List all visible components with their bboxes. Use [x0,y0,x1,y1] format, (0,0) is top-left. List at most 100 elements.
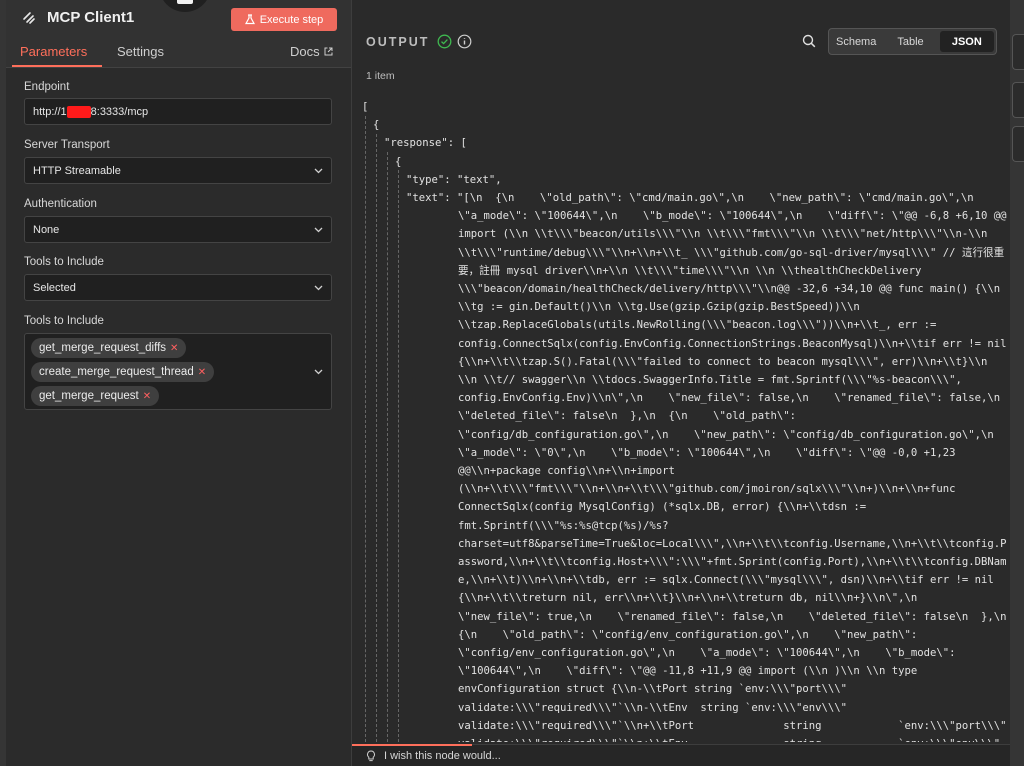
endpoint-label: Endpoint [24,81,70,93]
tool-chip-label: get_merge_request_diffs [39,342,167,354]
json-line: 要，註冊 mysql driver\\n+\\n \\t\\\"time\\\"… [458,264,922,277]
json-line: ConnectSqlx(config MysqlConfig) (*sqlx.D… [458,501,867,514]
json-line: envConfiguration struct {\\n-\\tPort str… [458,683,848,696]
authentication-label: Authentication [24,198,97,210]
chevron-down-icon [314,285,323,291]
tools-list-label: Tools to Include [24,315,104,327]
json-line: config.EnvConfig.Env)\\n\",\n \"new_file… [458,392,1001,405]
tool-chip[interactable]: create_merge_request_thread ✕ [31,362,215,382]
node-title-group: MCP Client1 [22,9,134,26]
json-line: "text": "[\n {\n \"old_path\": \"cmd/mai… [406,192,974,204]
json-line: \\tg := gin.Default()\\n \\tg.Use(gzip.G… [458,301,860,314]
redaction-mark [66,105,91,118]
json-line: @@\\n+package config\\n+\\n+import [458,465,675,477]
node-handle[interactable] [159,0,211,12]
view-json-button[interactable]: JSON [939,31,994,52]
node-handle-inner [177,0,193,4]
json-line: assword,\\n+\\t\\tconfig.Host+\\\":\\\"+… [458,556,1007,568]
server-transport-label: Server Transport [24,139,110,151]
chevron-down-icon [314,168,323,174]
side-panel-tab[interactable] [1012,126,1024,162]
json-line: {\\n+\\t\\treturn nil, err\\n+\\t}\\n+\\… [458,592,918,605]
json-output[interactable]: [ { "response": [ { "type": "text", "text": "… [362,94,1008,742]
execute-step-label: Execute step [259,13,324,26]
indent-guide [398,170,399,742]
external-link-icon [324,47,333,56]
output-title: OUTPUT [366,35,430,49]
json-line: \"a_mode\": \"100644\",\n \"b_mode\": \"… [458,210,1007,223]
json-line: \"new_file\": true,\n \"renamed_file\": … [458,610,1007,623]
tool-chip-label: get_merge_request [39,390,139,402]
remove-chip-icon[interactable]: ✕ [198,367,206,378]
view-table-button[interactable]: Table [883,29,937,54]
tools-mode-value: Selected [33,281,76,294]
feedback-text: I wish this node would... [384,749,501,762]
feedback-accent [352,744,472,746]
chevron-down-icon [314,369,323,375]
json-line: {\\n+\\t\\tzap.S().Fatal(\\\"failed to c… [458,355,988,368]
tools-mode-label: Tools to Include [24,256,104,268]
execute-step-button[interactable]: Execute step [231,8,337,31]
json-line: \\\"beacon/domain/healthCheck/delivery/h… [458,283,1001,295]
json-line: \"deleted_file\": false\n },\n {\n \"old… [458,410,797,423]
info-icon[interactable] [457,34,472,49]
json-line: \\tzap.ReplaceGlobals(utils.NewRolling(\… [458,319,937,332]
chevron-down-icon [314,227,323,233]
tools-mode-select[interactable]: Selected [24,274,332,301]
json-line: { [395,155,402,168]
json-line: [ [362,101,369,113]
server-transport-select[interactable]: HTTP Streamable [24,157,332,184]
endpoint-value-prefix: http://1 [33,105,67,118]
json-line: { [373,119,380,132]
mcp-icon [23,11,35,24]
indent-guide [365,116,366,742]
json-line: \\n \\t// swagger\\n \\tdocs.SwaggerInfo… [458,374,962,386]
tab-settings[interactable]: Settings [117,44,164,59]
tool-chip[interactable]: get_merge_request ✕ [31,386,160,406]
json-line: \"a_mode\": \"0\",\n \"b_mode\": \"10064… [458,446,956,459]
tool-chip-label: create_merge_request_thread [39,366,194,378]
json-line: "type": "text", [406,173,502,186]
node-title[interactable]: MCP Client1 [47,9,134,26]
json-line: \"config/env_configuration.go\",\n \"a_m… [458,647,956,659]
endpoint-value-suffix: 8:3333/mcp [90,105,149,118]
json-line: config.ConnectSqlx(config.EnvConfig.Conn… [458,337,1007,350]
tab-parameters[interactable]: Parameters [20,44,87,59]
parameters-panel: MCP Client1 Execute step Parameters Sett… [6,0,352,766]
tab-docs[interactable]: Docs [290,44,333,59]
lightbulb-icon [367,749,375,761]
json-line: (\\n+\\t\\\"fmt\\\"\\n+\\n+\\t\\\"github… [458,483,956,496]
json-line: validate:\\\"required\\\"`\\n+\\tEnv str… [458,735,1000,742]
json-line: validate:\\\"required\\\"`\\n+\\tPort st… [458,719,1007,732]
view-mode-toggle: Schema Table JSON [828,28,997,55]
authentication-select[interactable]: None [24,216,332,243]
output-header: OUTPUT 1 item Schema Table JSON [352,0,1010,92]
remove-chip-icon[interactable]: ✕ [170,343,178,354]
remove-chip-icon[interactable]: ✕ [143,391,151,402]
success-check-icon [437,34,452,49]
json-line: validate:\\\"required\\\"`\\n-\\tEnv str… [458,701,848,714]
json-line: e,\\n+\\t)\\n+\\n+\\tdb, err := sqlx.Con… [458,574,994,587]
indent-guide [387,152,388,742]
view-schema-button[interactable]: Schema [829,29,883,54]
tools-multiselect[interactable]: get_merge_request_diffs ✕ create_merge_re… [24,333,332,410]
json-line: fmt.Sprintf(\\\"%s:%s@tcp(%s)/%s? [458,519,669,532]
json-line: "response": [ [384,137,467,150]
endpoint-input[interactable]: http://1 8:3333/mcp [24,98,332,125]
panel-tabs: Parameters Settings Docs [6,44,351,68]
feedback-bar[interactable]: I wish this node would... [352,744,1010,766]
authentication-value: None [33,223,60,236]
side-panel-tab[interactable] [1012,34,1024,70]
tool-chip[interactable]: get_merge_request_diffs ✕ [31,338,187,358]
json-line: \\t\\\"runtime/debug\\\"\\n+\\n+\\t_ \\\… [458,246,1005,259]
docs-label: Docs [290,44,320,59]
panel-header: MCP Client1 Execute step Parameters Sett… [6,0,351,68]
json-line: charset=utf8&parseTime=True&loc=Local\\\… [458,537,1007,550]
item-count: 1 item [366,70,395,82]
active-tab-indicator [12,65,102,67]
search-icon[interactable] [802,34,816,48]
indent-guide [376,134,377,742]
side-panel-tab[interactable] [1012,82,1024,118]
json-line: import (\\n \\t\\\"beacon/utils\\\"\\n \… [458,228,988,241]
json-line: {\n \"old_path\": \"config/env_configura… [458,628,918,641]
